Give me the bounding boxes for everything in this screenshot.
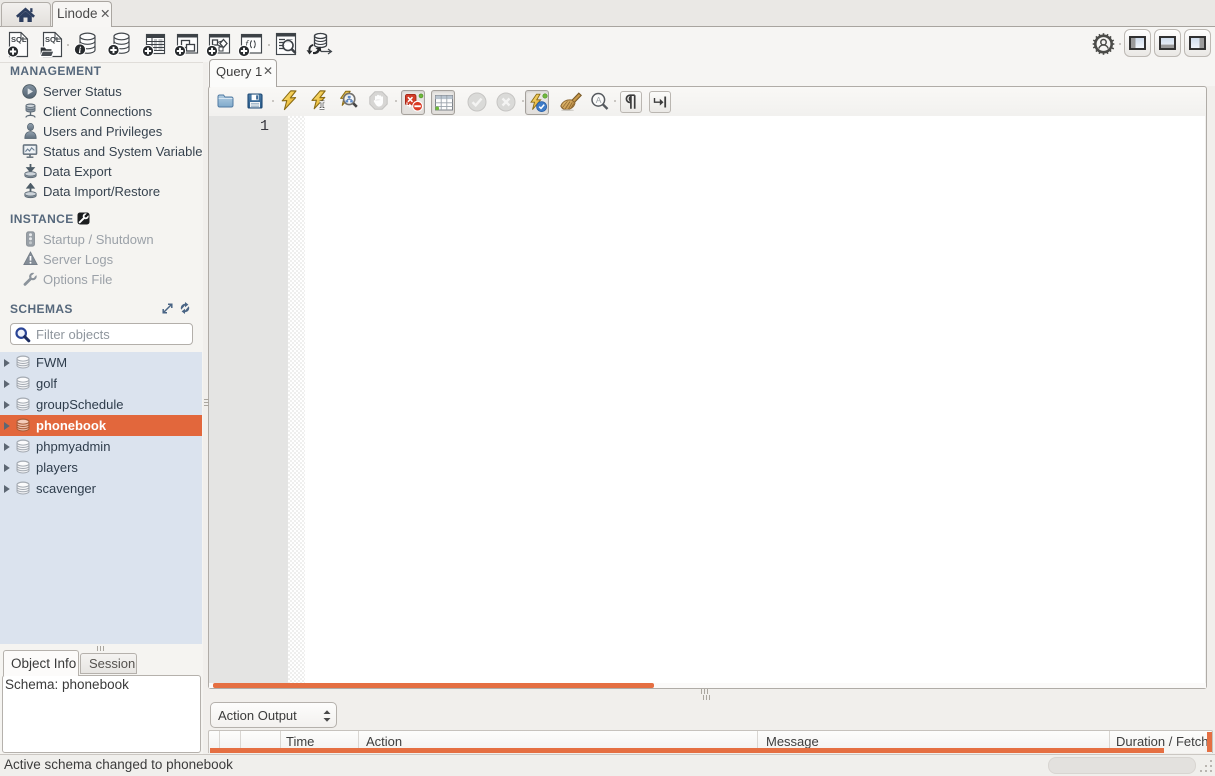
svg-text:A: A xyxy=(596,95,602,105)
svg-text:SQL: SQL xyxy=(11,35,27,44)
svg-text:SQL: SQL xyxy=(45,35,61,44)
